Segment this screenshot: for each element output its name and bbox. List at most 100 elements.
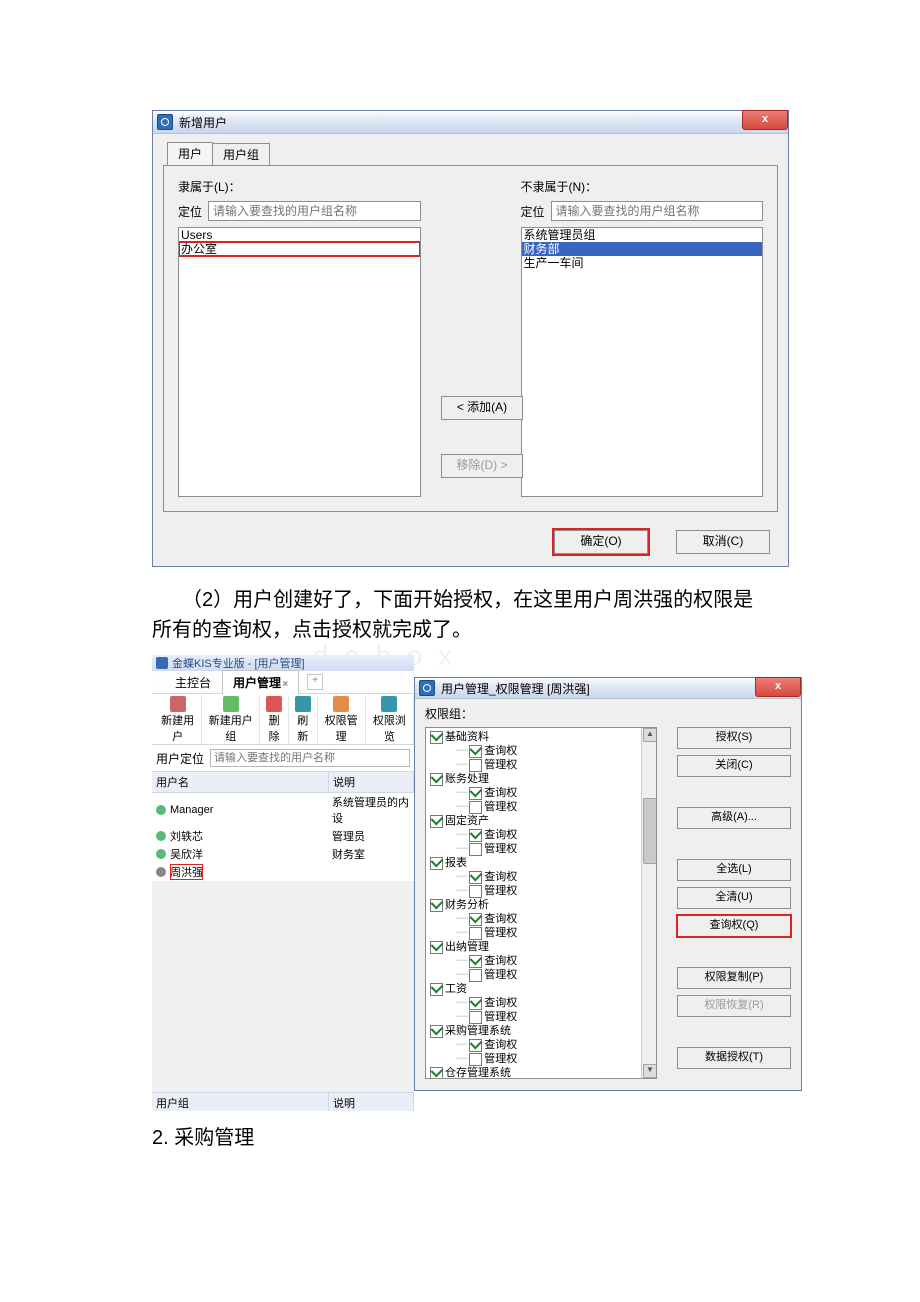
tree-node[interactable]: 出纳管理 — [428, 940, 654, 954]
tab-bar: 用户 用户组 — [167, 142, 778, 165]
tab-user-mgmt[interactable]: 用户管理 × — [222, 670, 299, 695]
checkbox[interactable] — [469, 1039, 482, 1052]
select-all-button[interactable]: 全选(L) — [677, 859, 791, 881]
authorize-button[interactable]: 授权(S) — [677, 727, 791, 749]
belongs-to-list[interactable]: Users 办公室 — [178, 227, 421, 497]
not-belongs-to-list[interactable]: 系统管理员组 财务部 生产一车间 — [521, 227, 764, 497]
checkbox[interactable] — [469, 997, 482, 1010]
checkbox[interactable] — [469, 927, 482, 940]
checkbox[interactable] — [469, 871, 482, 884]
clear-all-button[interactable]: 全清(U) — [677, 887, 791, 909]
tree-node[interactable]: ┈┈查询权 — [456, 828, 654, 842]
tree-node[interactable]: ┈┈查询权 — [456, 1038, 654, 1052]
user-table-header: 用户名 说明 — [152, 772, 414, 793]
cancel-button[interactable]: 取消(C) — [676, 530, 770, 554]
table-row[interactable]: 刘轶芯管理员 — [152, 827, 414, 845]
add-button[interactable]: < 添加(A) — [441, 396, 523, 420]
checkbox[interactable] — [430, 857, 443, 870]
checkbox[interactable] — [430, 941, 443, 954]
remove-button[interactable]: 移除(D) > — [441, 454, 523, 478]
query-perm-button[interactable]: 查询权(Q) — [677, 915, 791, 937]
checkbox[interactable] — [469, 787, 482, 800]
list-item[interactable]: 办公室 — [179, 242, 420, 256]
checkbox[interactable] — [469, 1011, 482, 1024]
scroll-thumb[interactable] — [643, 798, 657, 864]
close-icon[interactable]: × — [282, 679, 288, 690]
table-row[interactable]: 吴欣洋财务室 — [152, 845, 414, 863]
checkbox[interactable] — [430, 815, 443, 828]
tree-node[interactable]: ┈┈管理权 — [456, 842, 654, 856]
tree-node[interactable]: 报表 — [428, 856, 654, 870]
tab-user[interactable]: 用户 — [167, 142, 213, 165]
user-locate-input[interactable] — [210, 749, 410, 767]
checkbox[interactable] — [469, 745, 482, 758]
tree-node[interactable]: ┈┈管理权 — [456, 926, 654, 940]
add-tab-button[interactable]: + — [307, 674, 323, 690]
perm-tree[interactable]: 基础资料┈┈查询权┈┈管理权账务处理┈┈查询权┈┈管理权固定资产┈┈查询权┈┈管… — [425, 727, 657, 1079]
close-button[interactable]: 关闭(C) — [677, 755, 791, 777]
locate-input-left[interactable] — [208, 201, 420, 221]
tab-console[interactable]: 主控台 — [164, 670, 222, 695]
list-item[interactable]: Users — [179, 228, 420, 242]
checkbox[interactable] — [430, 1025, 443, 1038]
tree-node[interactable]: ┈┈管理权 — [456, 1010, 654, 1024]
data-perm-button[interactable]: 数据授权(T) — [677, 1047, 791, 1069]
table-row[interactable]: 周洪强 — [152, 863, 414, 881]
tree-node[interactable]: ┈┈管理权 — [456, 1052, 654, 1066]
tree-node[interactable]: ┈┈管理权 — [456, 884, 654, 898]
tree-node[interactable]: ┈┈查询权 — [456, 912, 654, 926]
tree-node[interactable]: ┈┈查询权 — [456, 954, 654, 968]
tab-usergroup[interactable]: 用户组 — [212, 143, 270, 166]
close-icon[interactable]: x — [755, 677, 801, 697]
checkbox[interactable] — [469, 969, 482, 982]
tree-node[interactable]: 仓存管理系统 — [428, 1066, 654, 1079]
perm-mgmt-button[interactable]: 权限管理 — [318, 696, 366, 744]
checkbox[interactable] — [469, 913, 482, 926]
list-item[interactable]: 财务部 — [522, 242, 763, 256]
checkbox[interactable] — [469, 759, 482, 772]
tree-node[interactable]: ┈┈管理权 — [456, 758, 654, 772]
tree-node[interactable]: ┈┈查询权 — [456, 996, 654, 1010]
new-usergroup-button[interactable]: 新建用户组 — [202, 696, 260, 744]
advanced-button[interactable]: 高级(A)... — [677, 807, 791, 829]
close-icon[interactable]: x — [742, 110, 788, 130]
copy-perm-button[interactable]: 权限复制(P) — [677, 967, 791, 989]
checkbox[interactable] — [469, 801, 482, 814]
refresh-button[interactable]: 刷新 — [289, 696, 318, 744]
scroll-down-icon[interactable]: ▼ — [643, 1064, 657, 1078]
tree-node[interactable]: 账务处理 — [428, 772, 654, 786]
tree-node[interactable]: 财务分析 — [428, 898, 654, 912]
tree-node[interactable]: ┈┈管理权 — [456, 968, 654, 982]
tree-node[interactable]: ┈┈查询权 — [456, 786, 654, 800]
tree-node[interactable]: ┈┈查询权 — [456, 744, 654, 758]
user-icon — [156, 831, 166, 841]
table-row[interactable]: Manager系统管理员的内设 — [152, 793, 414, 827]
tree-node[interactable]: 基础资料 — [428, 730, 654, 744]
app-tabs: 主控台 用户管理 × + — [152, 671, 414, 694]
checkbox[interactable] — [430, 731, 443, 744]
list-item[interactable]: 生产一车间 — [522, 256, 763, 270]
checkbox[interactable] — [430, 899, 443, 912]
tree-node[interactable]: ┈┈管理权 — [456, 800, 654, 814]
tree-node[interactable]: 工资 — [428, 982, 654, 996]
checkbox[interactable] — [430, 983, 443, 996]
checkbox[interactable] — [469, 955, 482, 968]
locate-input-right[interactable] — [551, 201, 763, 221]
ok-button[interactable]: 确定(O) — [554, 530, 648, 554]
checkbox[interactable] — [469, 885, 482, 898]
checkbox[interactable] — [430, 1067, 443, 1080]
tree-node[interactable]: ┈┈查询权 — [456, 870, 654, 884]
scrollbar[interactable]: ▲ ▼ — [641, 728, 656, 1078]
checkbox[interactable] — [430, 773, 443, 786]
new-user-button[interactable]: 新建用户 — [154, 696, 202, 744]
checkbox[interactable] — [469, 829, 482, 842]
list-item[interactable]: 系统管理员组 — [522, 228, 763, 242]
delete-button[interactable]: 删除 — [260, 696, 289, 744]
tree-node[interactable]: 固定资产 — [428, 814, 654, 828]
perm-browse-button[interactable]: 权限浏览 — [366, 696, 414, 744]
checkbox[interactable] — [469, 843, 482, 856]
tree-node[interactable]: 采购管理系统 — [428, 1024, 654, 1038]
checkbox[interactable] — [469, 1053, 482, 1066]
scroll-up-icon[interactable]: ▲ — [643, 728, 657, 742]
restore-perm-button[interactable]: 权限恢复(R) — [677, 995, 791, 1017]
